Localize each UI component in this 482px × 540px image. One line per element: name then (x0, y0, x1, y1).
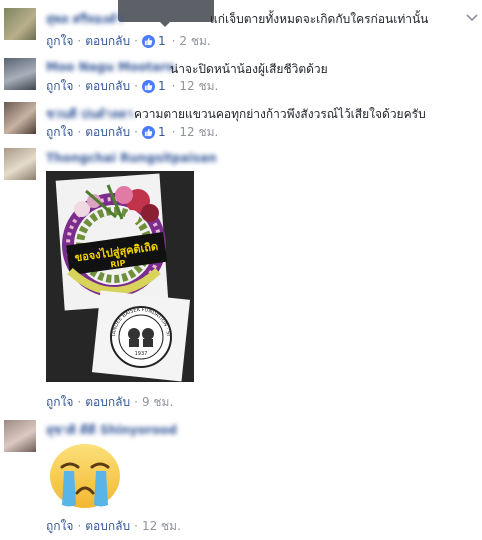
reply-link[interactable]: ตอบกลับ (85, 32, 130, 51)
separator-dot: · (77, 125, 82, 139)
comment-actions: ถูกใจ · ตอบกลับ · 12 ชม. (46, 518, 181, 534)
separator-dot: · (77, 519, 82, 533)
comment-photo[interactable]: ขอจงไปสู่สุคติเถิด RIP TANDEE BAISEK FUN… (46, 171, 194, 382)
comment-actions: ถูกใจ · ตอบกลับ · 1 · 2 ชม. (46, 33, 211, 49)
separator-dot: · (134, 79, 138, 93)
separator-dot: · (171, 79, 176, 93)
like-link[interactable]: ถูกใจ (46, 393, 73, 412)
separator-dot: · (134, 125, 138, 139)
like-link[interactable]: ถูกใจ (46, 517, 73, 536)
comment-author[interactable]: สุชาติ ดีดี Shinyorood (46, 421, 177, 437)
comment: สุพล ศรีทองคำ แก่เจ็บตายทั้งหมดจะเกิดกับ… (0, 0, 482, 56)
stamp-year-text: 1937 (135, 351, 148, 357)
timestamp[interactable]: 9 ชม. (142, 393, 173, 412)
comment-author[interactable]: ชวนดี ปนดำลดา (46, 105, 133, 121)
comment-author[interactable]: Thongchai Rungsitpaisan (46, 151, 217, 166)
avatar[interactable] (4, 8, 36, 40)
avatar[interactable] (4, 420, 36, 452)
timestamp[interactable]: 12 ชม. (142, 517, 181, 536)
comment-text: แก่เจ็บตายทั้งหมดจะเกิดกับใครก่อนเท่านั้… (210, 12, 429, 26)
reply-link[interactable]: ตอบกลับ (85, 123, 130, 142)
separator-dot: · (134, 34, 138, 48)
comment-author[interactable]: สุพล ศรีทองคำ (46, 10, 123, 26)
separator-dot: · (171, 34, 176, 48)
reply-link[interactable]: ตอบกลับ (85, 393, 130, 412)
avatar[interactable] (4, 102, 36, 134)
separator-dot: · (77, 395, 82, 409)
like-link[interactable]: ถูกใจ (46, 77, 73, 96)
comment-actions: ถูกใจ · ตอบกลับ · 9 ชม. (46, 394, 173, 410)
like-badge-icon[interactable] (141, 34, 155, 48)
timestamp[interactable]: 2 ชม. (179, 32, 210, 51)
timestamp[interactable]: 12 ชม. (179, 77, 218, 96)
like-badge-icon[interactable] (141, 79, 155, 93)
comment-author[interactable]: Moo Nagu Mootaro (46, 60, 174, 75)
reply-link[interactable]: ตอบกลับ (85, 77, 130, 96)
like-link[interactable]: ถูกใจ (46, 32, 73, 51)
separator-dot: · (134, 395, 138, 409)
separator-dot: · (77, 34, 82, 48)
comment: ชวนดี ปนดำลดา ความตายแขวนคอทุกย่างก้าวพึ… (0, 102, 482, 146)
comment-actions: ถูกใจ · ตอบกลับ · 1 · 12 ชม. (46, 124, 218, 140)
comment: Moo Nagu Mootaro น่าจะปิดหน้าน้องผู้เสีย… (0, 56, 482, 102)
like-count[interactable]: 1 (158, 125, 166, 139)
reply-link[interactable]: ตอบกลับ (85, 517, 130, 536)
separator-dot: · (77, 79, 82, 93)
funeral-wreath-image: ขอจงไปสู่สุคติเถิด RIP TANDEE BAISEK FUN… (46, 171, 194, 382)
separator-dot: · (171, 125, 176, 139)
avatar[interactable] (4, 58, 36, 90)
crying-face-icon (50, 444, 120, 508)
comment-text: ความตายแขวนคอทุกย่างก้าวพึงสังวรณ์ไว้เสี… (134, 107, 426, 121)
like-badge-icon[interactable] (141, 125, 155, 139)
timestamp[interactable]: 12 ชม. (179, 123, 218, 142)
avatar[interactable] (4, 148, 36, 180)
like-count[interactable]: 1 (158, 34, 166, 48)
comment-actions: ถูกใจ · ตอบกลับ · 1 · 12 ชม. (46, 78, 218, 94)
like-link[interactable]: ถูกใจ (46, 123, 73, 142)
separator-dot: · (134, 519, 138, 533)
like-count[interactable]: 1 (158, 79, 166, 93)
